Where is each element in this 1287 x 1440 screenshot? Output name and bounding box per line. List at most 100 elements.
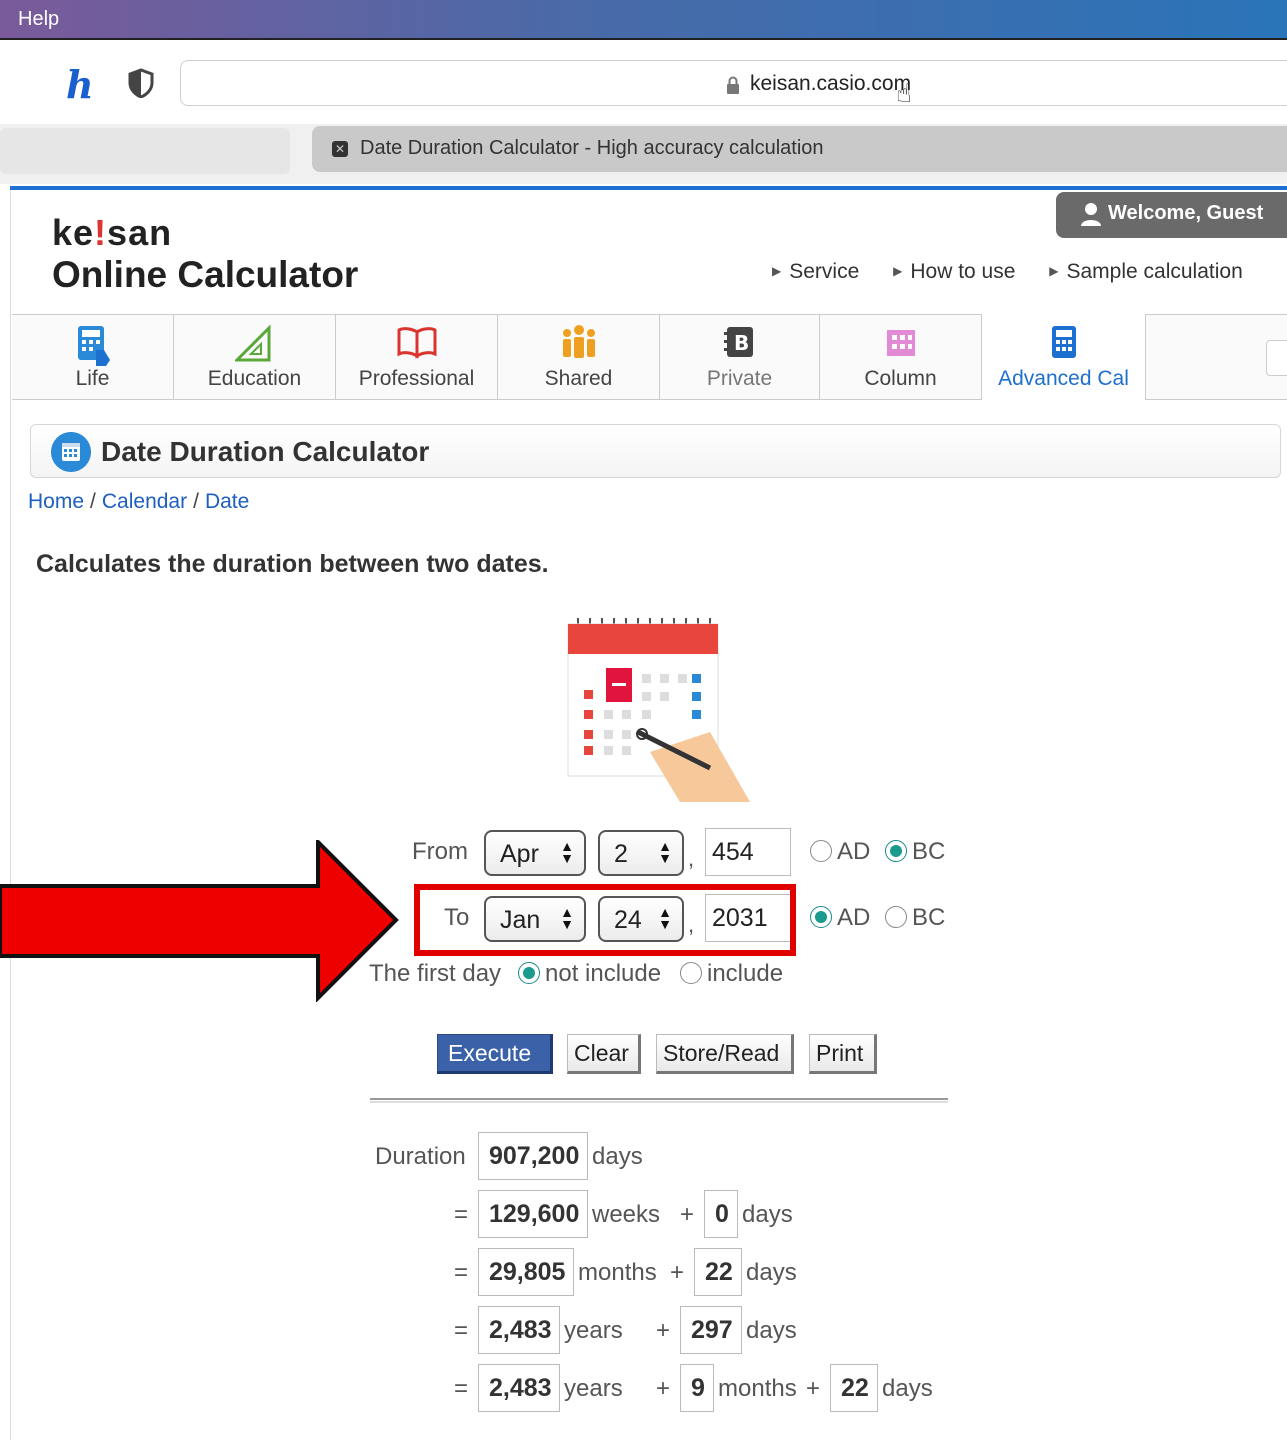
select-arrows-icon: ▲ ▼	[560, 838, 574, 866]
to-bc-label: BC	[912, 904, 946, 931]
category-private[interactable]: B Private	[660, 314, 820, 400]
to-bc-radio[interactable]	[885, 906, 907, 928]
plus-sign: +	[656, 1317, 671, 1344]
breadcrumb-home[interactable]: Home	[28, 490, 84, 513]
equals-sign: =	[454, 1375, 469, 1402]
open-book-icon	[397, 327, 436, 359]
execute-button[interactable]: Execute	[437, 1034, 553, 1074]
first-day-not-include-radio[interactable]	[518, 962, 540, 984]
triangle-ruler-icon	[234, 324, 270, 362]
category-label: Life	[75, 367, 110, 390]
months-unit: months	[718, 1375, 797, 1402]
site-logo-subtitle[interactable]: Online Calculator	[52, 254, 358, 296]
days-unit: days	[746, 1259, 797, 1286]
tab-inactive[interactable]	[0, 128, 290, 174]
site-search-input[interactable]	[1266, 340, 1287, 376]
select-value: 2	[614, 840, 628, 868]
building-icon	[886, 330, 915, 356]
person-icon	[1081, 203, 1101, 226]
category-professional[interactable]: Professional	[336, 314, 498, 400]
to-ad-radio[interactable]	[810, 906, 832, 928]
months-value: 29,805	[478, 1248, 574, 1296]
weeks-days-value: 0	[704, 1190, 738, 1238]
select-value: Apr	[500, 840, 539, 868]
months-unit: months	[578, 1259, 657, 1286]
from-ad-label: AD	[837, 838, 871, 865]
nav-label: Service	[789, 260, 860, 283]
os-menubar: Help	[0, 0, 1287, 40]
top-nav: ▶ Service ▶ How to use ▶ Sample calculation	[772, 260, 1271, 284]
breadcrumb-calendar[interactable]: Calendar	[102, 490, 187, 513]
select-arrows-icon: ▲ ▼	[658, 838, 672, 866]
calculator-hand-icon	[77, 326, 110, 366]
breadcrumb: Home / Calendar / Date	[28, 490, 249, 514]
site-logo[interactable]: ke!san	[52, 212, 172, 254]
from-ad-radio[interactable]	[810, 840, 832, 862]
category-education[interactable]: Education	[174, 314, 336, 400]
highlight-box	[414, 884, 796, 956]
category-label: Advanced Cal	[998, 367, 1129, 390]
nav-service[interactable]: ▶ Service	[772, 260, 873, 283]
calendar-illustration	[567, 618, 750, 802]
logo-part: san	[107, 212, 173, 253]
category-label: Professional	[358, 367, 475, 390]
nav-how-to-use[interactable]: ▶ How to use	[893, 260, 1029, 283]
to-ad-label: AD	[837, 904, 871, 931]
category-label: Shared	[544, 367, 613, 390]
plus-sign: +	[680, 1201, 695, 1228]
weeks-value: 129,600	[478, 1190, 588, 1238]
category-label: Education	[207, 367, 302, 390]
category-label: Column	[864, 367, 937, 390]
category-column[interactable]: Column	[820, 314, 982, 400]
total-days-value: 907,200	[478, 1132, 588, 1180]
tab-active[interactable]: ✕ Date Duration Calculator - High accura…	[312, 126, 1287, 172]
svg-text:B: B	[734, 331, 749, 355]
category-advanced-cal[interactable]: Advanced Cal	[982, 314, 1146, 400]
calendar-icon	[51, 432, 91, 472]
years-months-days-value: 22	[830, 1364, 878, 1412]
breadcrumb-separator: /	[193, 490, 199, 513]
equals-sign: =	[454, 1259, 469, 1286]
nav-sample-calculation[interactable]: ▶ Sample calculation	[1049, 260, 1257, 283]
from-month-select[interactable]: Apr ▲ ▼	[484, 830, 586, 876]
page-description: Calculates the duration between two date…	[36, 550, 549, 578]
plus-sign: +	[806, 1375, 821, 1402]
equals-sign: =	[454, 1201, 469, 1228]
clear-button[interactable]: Clear	[567, 1034, 641, 1074]
weeks-unit: weeks	[592, 1201, 661, 1228]
category-life[interactable]: Life	[12, 314, 174, 400]
divider	[370, 1098, 948, 1103]
page-title-box: Date Duration Calculator	[30, 424, 1281, 478]
from-year-input[interactable]: 454	[705, 828, 791, 876]
first-day-include-radio[interactable]	[680, 962, 702, 984]
url-text[interactable]: keisan.casio.com	[750, 72, 911, 96]
from-bc-radio[interactable]	[885, 840, 907, 862]
print-button[interactable]: Print	[809, 1034, 877, 1074]
category-shared[interactable]: Shared	[498, 314, 660, 400]
triangle-icon: ▶	[772, 264, 782, 278]
notebook-icon: B	[723, 327, 753, 357]
shield-icon[interactable]	[128, 68, 154, 98]
duration-label: Duration	[375, 1143, 466, 1170]
not-include-label: not include	[545, 960, 662, 987]
from-day-select[interactable]: 2 ▲ ▼	[598, 830, 684, 876]
honey-extension-icon[interactable]: h	[66, 62, 94, 107]
triangle-icon: ▶	[1049, 264, 1059, 278]
comma: ,	[688, 846, 695, 871]
page-title: Date Duration Calculator	[101, 436, 430, 467]
welcome-guest-button[interactable]: Welcome, Guest	[1056, 192, 1287, 238]
plus-sign: +	[670, 1259, 685, 1286]
store-read-button[interactable]: Store/Read	[656, 1034, 794, 1074]
tab-title: Date Duration Calculator - High accuracy…	[360, 137, 824, 159]
years-value: 2,483	[478, 1306, 560, 1354]
nav-label: Sample calculation	[1066, 260, 1243, 283]
equals-sign: =	[454, 1317, 469, 1344]
first-day-label: The first day	[369, 960, 502, 987]
logo-part: !	[94, 212, 108, 253]
category-label: Private	[706, 367, 773, 390]
breadcrumb-date[interactable]: Date	[205, 490, 249, 513]
menu-help[interactable]: Help	[18, 8, 59, 31]
breadcrumb-separator: /	[90, 490, 96, 513]
lock-icon	[727, 76, 739, 94]
people-icon	[562, 325, 595, 358]
